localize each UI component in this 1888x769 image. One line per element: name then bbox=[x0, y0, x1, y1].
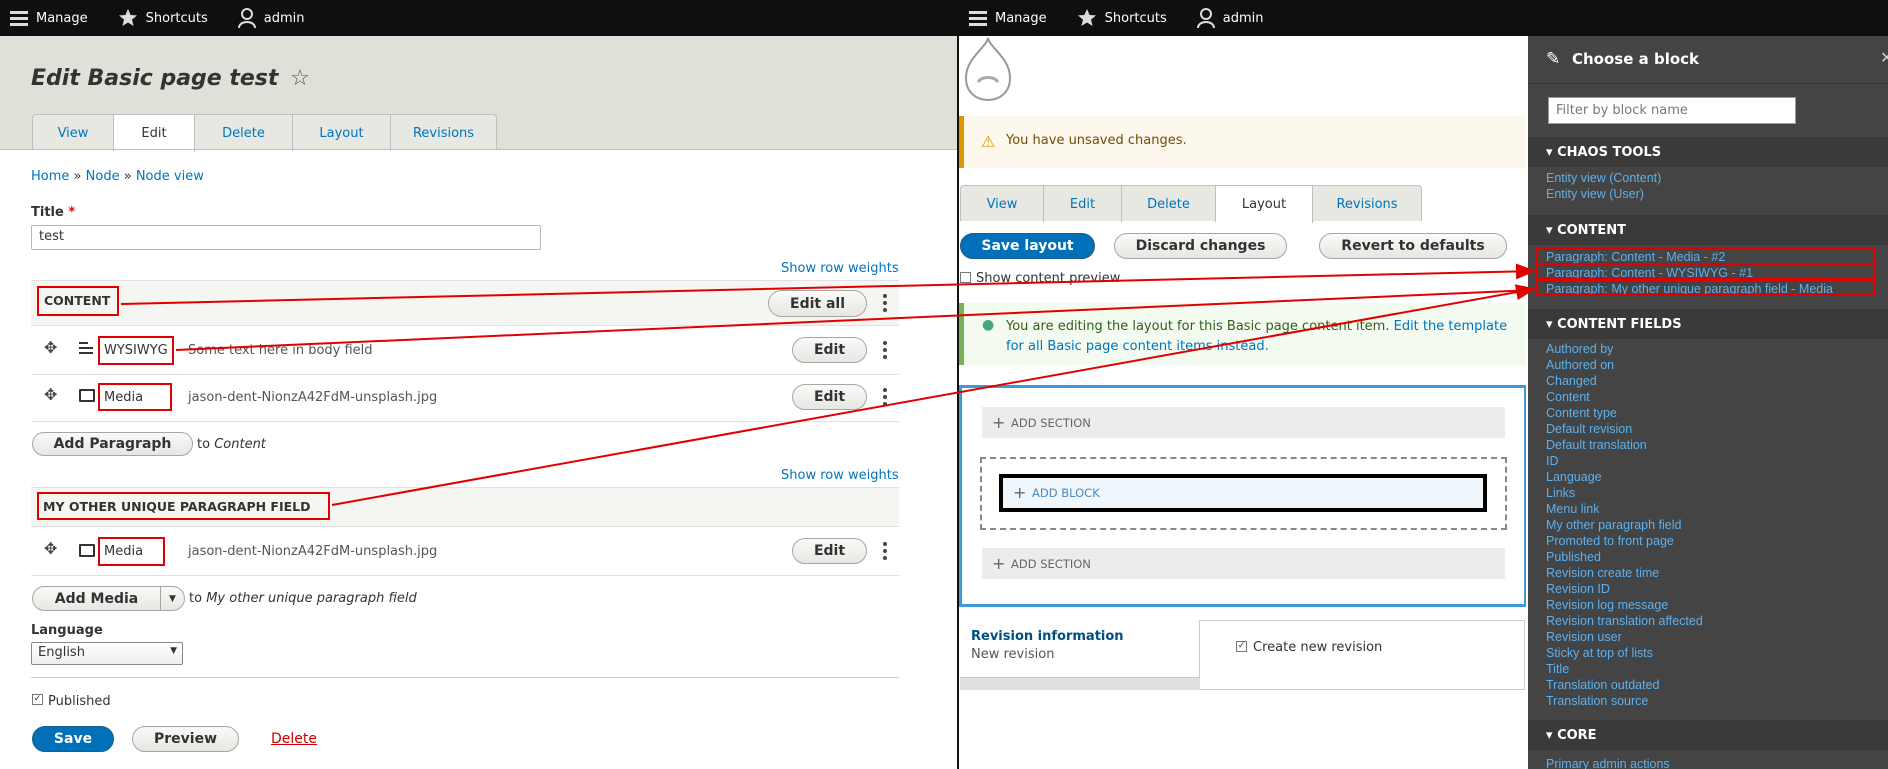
annotation-arrows bbox=[120, 263, 1536, 506]
arrow-other-field-to-block bbox=[331, 284, 1536, 506]
arrow-wysiwyg-to-block bbox=[175, 289, 1535, 351]
